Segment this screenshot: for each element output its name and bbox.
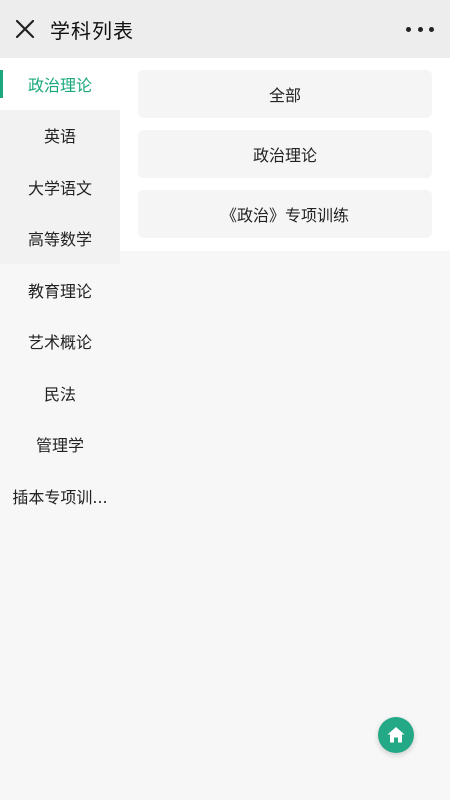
- home-icon: [387, 727, 405, 743]
- page-title: 学科列表: [50, 18, 134, 43]
- sidebar-item-math[interactable]: 高等数学: [0, 212, 120, 264]
- sidebar-item-art[interactable]: 艺术概论: [0, 315, 120, 367]
- close-button[interactable]: [14, 18, 36, 40]
- category-all-button[interactable]: 全部: [138, 70, 432, 118]
- sidebar-item-english[interactable]: 英语: [0, 109, 120, 161]
- sidebar-item-management[interactable]: 管理学: [0, 418, 120, 470]
- sidebar-item-special-training[interactable]: 插本专项训...: [0, 470, 120, 522]
- category-politics-button[interactable]: 政治理论: [138, 130, 432, 178]
- category-panel: 全部 政治理论 《政治》专项训练: [120, 58, 450, 251]
- more-button[interactable]: [406, 20, 434, 38]
- subject-sidebar: 政治理论 英语 大学语文 高等数学 教育理论 艺术概论 民法 管理学 插本专项训…: [0, 58, 120, 522]
- sidebar-item-chinese[interactable]: 大学语文: [0, 161, 120, 213]
- header-bar: 学科列表: [0, 0, 450, 58]
- close-icon: [15, 19, 35, 39]
- sidebar-item-education[interactable]: 教育理论: [0, 264, 120, 316]
- sidebar-item-civil-law[interactable]: 民法: [0, 367, 120, 419]
- home-button[interactable]: [378, 717, 414, 753]
- sidebar-item-politics[interactable]: 政治理论: [0, 58, 120, 110]
- category-politics-training-button[interactable]: 《政治》专项训练: [138, 190, 432, 238]
- more-dots-icon: [406, 26, 411, 32]
